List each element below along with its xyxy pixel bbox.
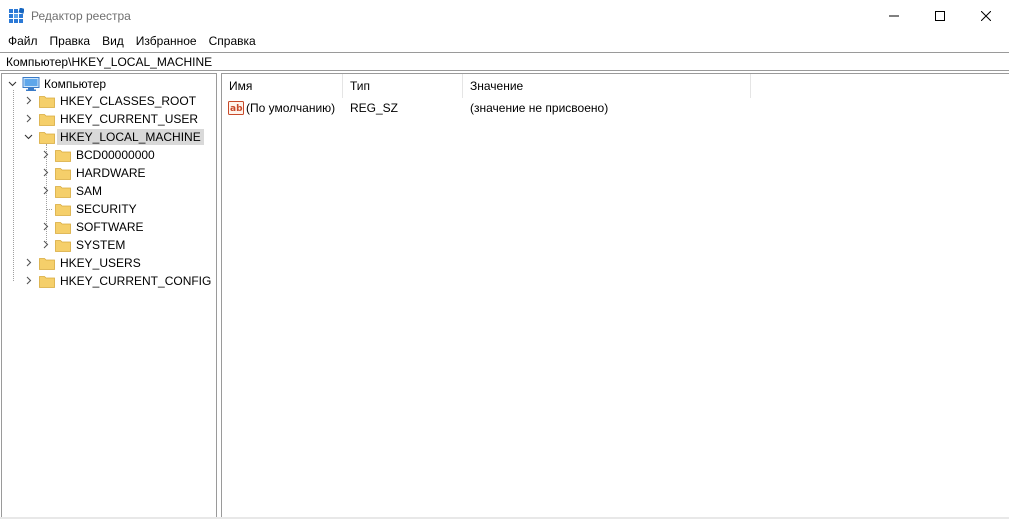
tree-node-system[interactable]: SYSTEM xyxy=(73,237,128,253)
folder-icon xyxy=(55,186,71,198)
maximize-icon xyxy=(935,10,945,21)
svg-text:ab: ab xyxy=(230,104,243,114)
chevron-right-icon[interactable] xyxy=(24,114,33,123)
chevron-right-icon[interactable] xyxy=(24,258,33,267)
close-icon xyxy=(981,10,991,21)
folder-icon xyxy=(55,204,71,216)
chevron-down-icon[interactable] xyxy=(24,132,33,141)
folder-icon xyxy=(55,150,71,162)
computer-icon xyxy=(22,77,40,91)
value-row[interactable]: ab (По умолчанию) REG_SZ (значение не пр… xyxy=(222,98,1009,118)
minimize-button[interactable] xyxy=(871,0,917,31)
folder-icon xyxy=(39,96,55,108)
tree-node-sam[interactable]: SAM xyxy=(73,183,105,199)
window-title: Редактор реестра xyxy=(31,9,131,23)
maximize-button[interactable] xyxy=(917,0,963,31)
folder-icon xyxy=(55,222,71,234)
string-value-icon: ab xyxy=(228,101,244,115)
menu-help[interactable]: Справка xyxy=(203,31,262,51)
folder-icon xyxy=(39,258,55,270)
menu-view[interactable]: Вид xyxy=(96,31,130,51)
column-header-value[interactable]: Значение xyxy=(463,74,751,98)
menu-edit[interactable]: Правка xyxy=(44,31,97,51)
chevron-right-icon[interactable] xyxy=(24,276,33,285)
folder-icon xyxy=(55,240,71,252)
chevron-right-icon[interactable] xyxy=(24,96,33,105)
close-button[interactable] xyxy=(963,0,1009,31)
tree-node-hardware[interactable]: HARDWARE xyxy=(73,165,149,181)
address-path[interactable]: Компьютер\HKEY_LOCAL_MACHINE xyxy=(6,55,212,69)
tree-node-hkey-current-config[interactable]: HKEY_CURRENT_CONFIG xyxy=(57,273,214,289)
folder-open-icon xyxy=(39,132,55,144)
value-type: REG_SZ xyxy=(350,101,399,115)
chevron-right-icon[interactable] xyxy=(41,150,50,159)
minimize-icon xyxy=(889,15,899,16)
chevron-down-icon[interactable] xyxy=(8,79,17,88)
tree-node-security[interactable]: SECURITY xyxy=(73,201,140,217)
tree-node-hkey-current-user[interactable]: HKEY_CURRENT_USER xyxy=(57,111,201,127)
address-bar[interactable]: Компьютер\HKEY_LOCAL_MACHINE xyxy=(0,52,1009,71)
chevron-right-icon[interactable] xyxy=(41,222,50,231)
value-list[interactable]: Имя Тип Значение ab (По умолчанию) REG_S… xyxy=(221,73,1009,519)
column-header-name[interactable]: Имя xyxy=(222,74,343,98)
menu-file[interactable]: Файл xyxy=(2,31,44,51)
title-bar: Редактор реестра xyxy=(0,0,1009,31)
tree-node-hkey-local-machine[interactable]: HKEY_LOCAL_MACHINE xyxy=(57,129,204,145)
tree-node-hkey-users[interactable]: HKEY_USERS xyxy=(57,255,144,271)
tree-connector xyxy=(46,209,52,210)
menu-bar: Файл Правка Вид Избранное Справка xyxy=(0,31,1009,51)
value-data: (значение не присвоено) xyxy=(470,101,609,115)
value-name: (По умолчанию) xyxy=(246,101,336,115)
chevron-right-icon[interactable] xyxy=(41,186,50,195)
key-tree[interactable]: Компьютер HKEY_CLASSES_ROOT HKEY_CURRENT… xyxy=(1,73,217,519)
folder-icon xyxy=(39,276,55,288)
registry-editor-icon xyxy=(9,8,24,23)
chevron-right-icon[interactable] xyxy=(41,168,50,177)
folder-icon xyxy=(55,168,71,180)
tree-connector xyxy=(13,90,14,281)
folder-icon xyxy=(39,114,55,126)
column-header-type[interactable]: Тип xyxy=(343,74,463,98)
chevron-right-icon[interactable] xyxy=(41,240,50,249)
tree-node-computer[interactable]: Компьютер xyxy=(41,76,109,92)
tree-node-hkey-classes-root[interactable]: HKEY_CLASSES_ROOT xyxy=(57,93,199,109)
menu-favorites[interactable]: Избранное xyxy=(130,31,203,51)
tree-node-software[interactable]: SOFTWARE xyxy=(73,219,147,235)
tree-node-bcd00000000[interactable]: BCD00000000 xyxy=(73,147,158,163)
